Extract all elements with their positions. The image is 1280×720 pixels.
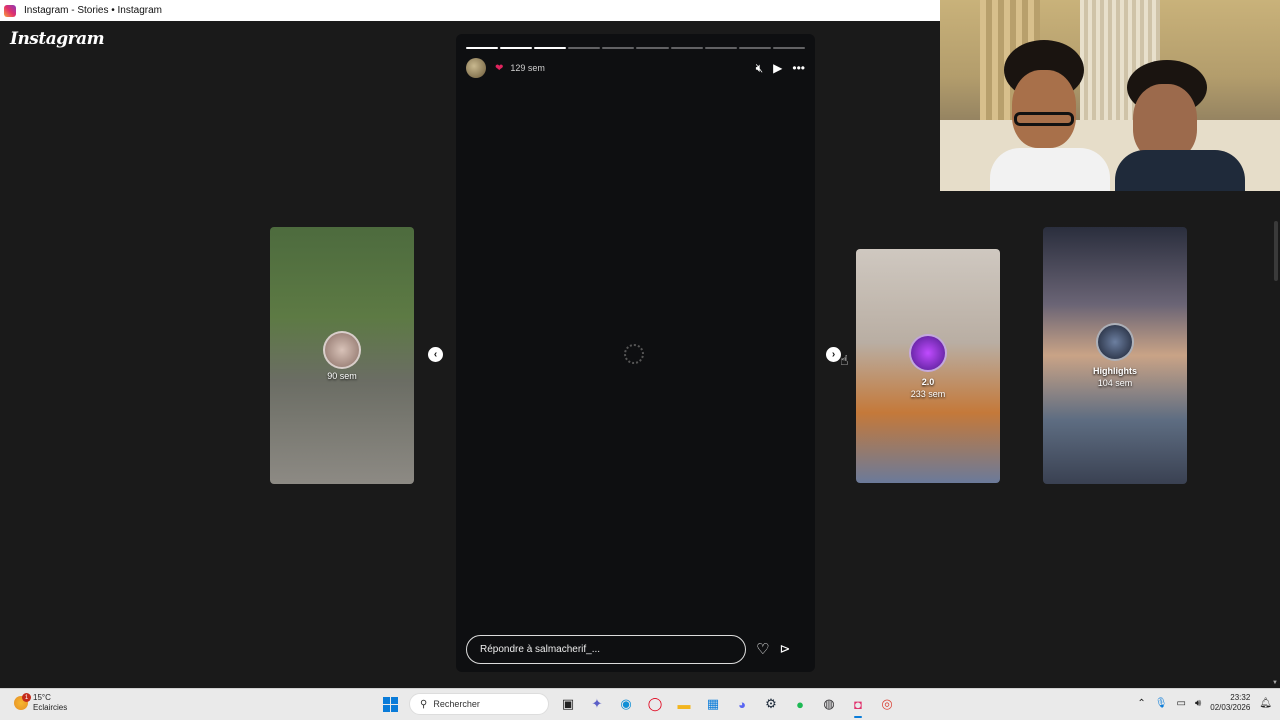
instagram-logo[interactable]: Instagram <box>10 29 105 49</box>
mouse-cursor-icon: ☝ <box>840 352 849 368</box>
tank-top <box>990 148 1110 191</box>
progress-segment <box>704 47 737 49</box>
instagram-app-icon <box>4 4 16 17</box>
start-icon[interactable] <box>380 694 400 714</box>
previous-story-card[interactable]: 90 sem <box>270 227 414 484</box>
volume-icon[interactable]: 🔊︎ <box>1195 698 1201 709</box>
chrome-icon[interactable]: ◎ <box>877 694 897 714</box>
teams-icon[interactable]: ✦ <box>587 694 607 714</box>
search-label: Rechercher <box>433 699 480 709</box>
more-icon[interactable]: ••• <box>792 61 805 75</box>
mute-icon[interactable]: 🔇︎ <box>756 61 764 76</box>
search-icon: ⚲ <box>420 698 428 710</box>
avatar <box>1096 323 1134 361</box>
obs-icon[interactable]: ◍ <box>819 694 839 714</box>
chevron-right-icon[interactable]: › <box>826 347 841 362</box>
chevron-left-icon[interactable]: ‹ <box>428 347 443 362</box>
active-story[interactable]: ❤ 129 sem 🔇︎ ▶ ••• ♡ ⊳ <box>456 34 815 672</box>
story-controls: 🔇︎ ▶ ••• <box>756 61 805 76</box>
opera-icon[interactable]: ◯ <box>645 694 665 714</box>
story-header: ❤ 129 sem 🔇︎ ▶ ••• <box>466 57 805 79</box>
person-right <box>1115 60 1245 191</box>
progress-segment <box>534 47 567 49</box>
loading-spinner-icon <box>624 344 644 364</box>
taskbar-search[interactable]: ⚲ Rechercher <box>409 693 549 715</box>
progress-segment <box>670 47 703 49</box>
notification-badge: 1 <box>22 693 31 702</box>
story-time: 90 sem <box>327 370 357 381</box>
store-icon[interactable]: ▦ <box>703 694 723 714</box>
windows-taskbar: 1 15°C Eclaircies ⚲ Rechercher ▣ ✦ ◉ ◯ ▬… <box>0 688 1280 720</box>
webcam-overlay <box>940 0 1280 191</box>
scroll-down-icon[interactable]: ▼ <box>1272 680 1278 686</box>
person-left <box>990 40 1110 191</box>
send-icon[interactable]: ⊳ <box>779 641 790 657</box>
glasses <box>1014 112 1074 126</box>
side-story-overlay: Highlights 104 sem <box>1043 227 1187 484</box>
side-story-overlay: 2.0 233 sem <box>856 249 1000 483</box>
highlights-story-card[interactable]: Highlights 104 sem <box>1043 227 1187 484</box>
notification-bell-icon[interactable]: 🔔︎ <box>1259 698 1272 709</box>
avatar[interactable] <box>466 58 486 78</box>
progress-segment <box>466 47 499 49</box>
weather-desc: Eclaircies <box>33 703 68 712</box>
microphone-icon[interactable]: 🎙︎ <box>1155 698 1168 709</box>
spotify-icon[interactable]: ● <box>790 694 810 714</box>
edge-icon[interactable]: ◉ <box>616 694 636 714</box>
weather-widget[interactable]: 1 15°C Eclaircies <box>14 693 67 713</box>
heart-icon[interactable]: ♡ <box>756 640 769 658</box>
system-tray: ⌃ 🎙︎ ▭ 🔊︎ 23:32 02/03/2026 🔔︎ <box>1137 693 1272 713</box>
reply-input[interactable] <box>466 634 746 664</box>
story-time: 233 sem <box>910 388 946 399</box>
progress-segment <box>738 47 771 49</box>
avatar <box>909 333 947 372</box>
progress-segment <box>602 47 635 49</box>
next-story-card[interactable]: 2.0 233 sem <box>856 249 1000 483</box>
story-name: 2.0 <box>921 376 935 387</box>
chevron-up-icon[interactable]: ⌃ <box>1137 698 1145 709</box>
story-time: 129 sem <box>510 63 545 73</box>
story-progress <box>466 47 805 49</box>
avatar <box>323 330 361 369</box>
story-time: 104 sem <box>1097 378 1133 388</box>
network-icon[interactable]: ▭ <box>1176 698 1185 709</box>
face <box>1133 84 1197 160</box>
window-title: Instagram - Stories • Instagram <box>24 5 162 16</box>
face <box>1012 70 1076 148</box>
discord-icon[interactable]: ◕ <box>732 694 752 714</box>
weather-temp: 15°C <box>33 693 51 702</box>
file-explorer-icon[interactable]: ▬ <box>674 694 694 714</box>
clock-date: 02/03/2026 <box>1210 703 1251 712</box>
clock[interactable]: 23:32 02/03/2026 <box>1210 693 1250 713</box>
weather-icon: 1 <box>14 693 31 710</box>
side-story-overlay: 90 sem <box>270 227 414 484</box>
shirt <box>1115 150 1245 191</box>
progress-segment <box>568 47 601 49</box>
story-name: Highlights <box>1093 366 1137 376</box>
reply-bar: ♡ ⊳ <box>466 634 805 664</box>
instagram-taskbar-icon[interactable]: ◘ <box>848 694 868 718</box>
clock-time: 23:32 <box>1230 693 1251 702</box>
progress-segment <box>500 47 533 49</box>
progress-segment <box>772 47 805 49</box>
task-view-icon[interactable]: ▣ <box>558 694 578 714</box>
play-icon[interactable]: ▶ <box>773 61 782 75</box>
heart-icon: ❤ <box>495 62 504 74</box>
scrollbar-thumb[interactable] <box>1274 221 1278 281</box>
progress-segment <box>636 47 669 49</box>
steam-icon[interactable]: ⚙ <box>761 694 781 714</box>
taskbar-apps: ⚲ Rechercher ▣ ✦ ◉ ◯ ▬ ▦ ◕ ⚙ ● ◍ ◘ ◎ <box>380 693 897 718</box>
